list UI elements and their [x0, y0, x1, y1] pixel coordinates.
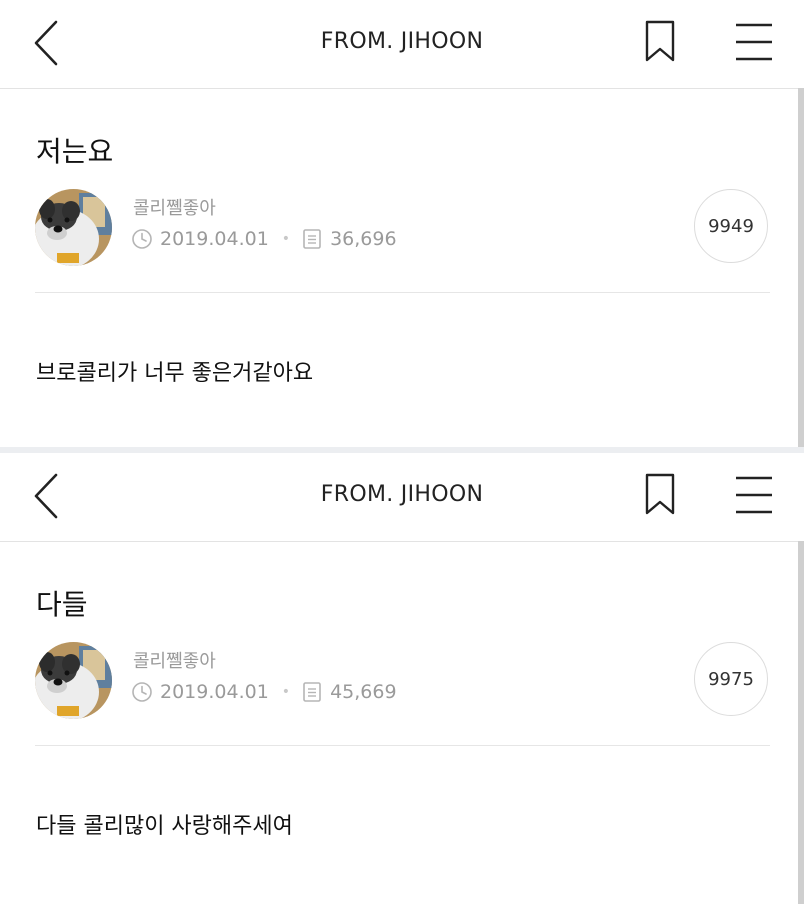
menu-button[interactable] [728, 471, 780, 519]
divider [35, 745, 770, 746]
author-avatar[interactable] [35, 189, 112, 266]
bookmark-button[interactable] [638, 18, 682, 66]
post-screen-2: FROM. JIHOON 다들 콜리쪨좋아 2019.04.01 • 45,66… [0, 453, 804, 904]
header-title: FROM. JIHOON [320, 29, 484, 54]
post-title: 저는요 [36, 135, 114, 168]
clock-icon [132, 682, 152, 702]
dog-photo-icon [35, 642, 112, 719]
post-body: 다들 콜리많이 사랑해주세여 [36, 814, 293, 839]
author-name[interactable]: 콜리쪨좋아 [133, 194, 216, 220]
top-app-bar: FROM. JIHOON [0, 0, 804, 89]
post-screen-1: FROM. JIHOON 저는요 콜리쪨좋아 2019.04.01 • 36,6… [0, 0, 804, 447]
hamburger-menu-icon [736, 476, 772, 514]
meta-dot: • [281, 684, 291, 700]
author-name[interactable]: 콜리쪨좋아 [133, 647, 216, 673]
meta-dot: • [281, 231, 291, 247]
view-count: 45,669 [330, 681, 397, 703]
bookmark-icon [645, 473, 675, 515]
post-date: 2019.04.01 [160, 228, 269, 250]
document-icon [303, 229, 321, 249]
view-count: 36,696 [330, 228, 397, 250]
divider [35, 292, 770, 293]
post-meta: 2019.04.01 • 45,669 [131, 680, 397, 704]
post-date: 2019.04.01 [160, 681, 269, 703]
top-app-bar: FROM. JIHOON [0, 453, 804, 542]
like-count-button[interactable]: 9975 [694, 642, 768, 716]
post-title: 다들 [36, 588, 88, 621]
post-meta: 2019.04.01 • 36,696 [131, 227, 397, 251]
hamburger-menu-icon [736, 23, 772, 61]
post-body: 브로콜리가 너무 좋은거같아요 [36, 361, 314, 386]
bookmark-button[interactable] [638, 471, 682, 519]
author-avatar[interactable] [35, 642, 112, 719]
clock-icon [132, 229, 152, 249]
scrollbar[interactable] [798, 88, 804, 447]
header-title: FROM. JIHOON [320, 482, 484, 507]
bookmark-icon [645, 20, 675, 62]
scrollbar[interactable] [798, 541, 804, 904]
menu-button[interactable] [728, 18, 780, 66]
dog-photo-icon [35, 189, 112, 266]
like-count-button[interactable]: 9949 [694, 189, 768, 263]
document-icon [303, 682, 321, 702]
